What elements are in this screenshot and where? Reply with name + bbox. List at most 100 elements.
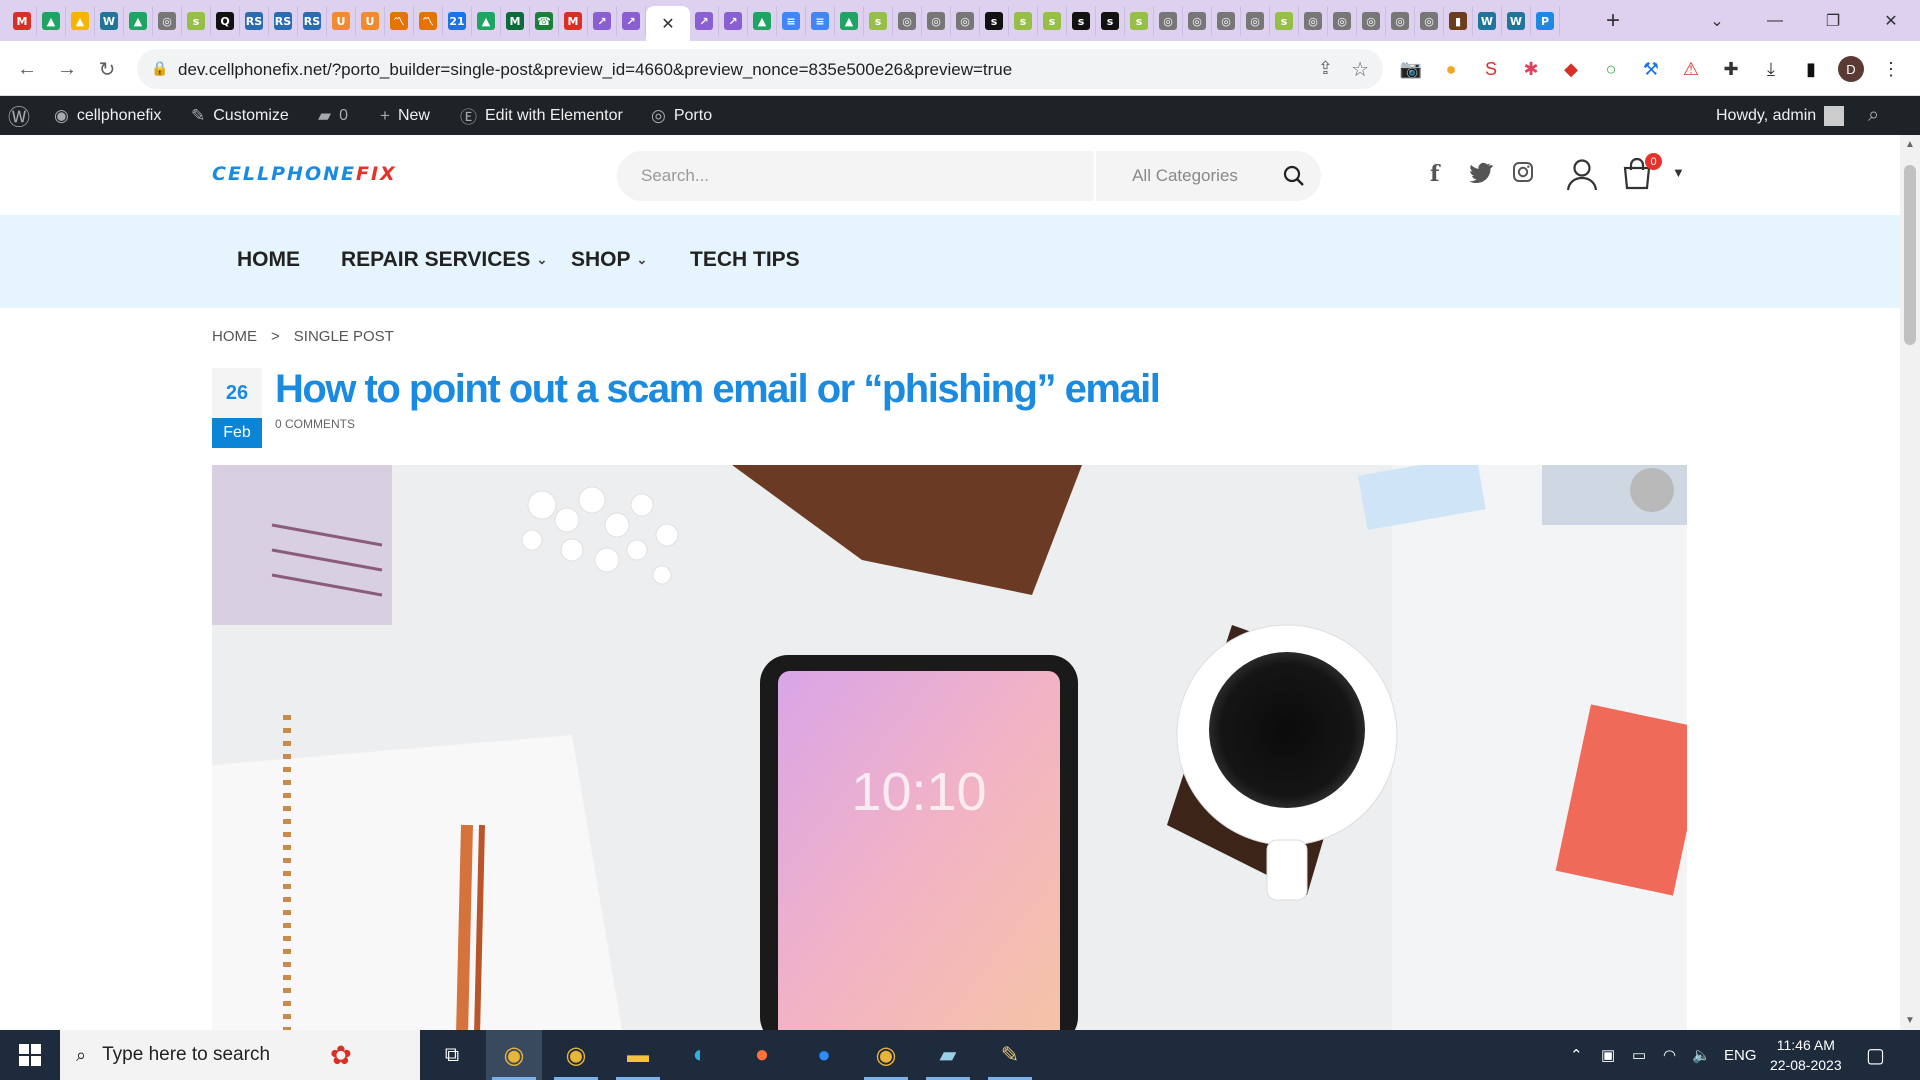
notification-icon[interactable]: ▢ xyxy=(1866,1030,1885,1080)
search-input[interactable] xyxy=(641,166,1041,186)
browser-tab-after-4[interactable]: ≡ xyxy=(806,6,835,36)
download-icon[interactable]: ⤓ xyxy=(1756,54,1786,84)
browser-tab-13[interactable]: 〽 xyxy=(385,6,414,36)
android-extension-icon[interactable]: ◆ xyxy=(1556,54,1586,84)
browser-tab-after-9[interactable]: ◎ xyxy=(951,6,980,36)
browser-tab-after-16[interactable]: ◎ xyxy=(1154,6,1183,36)
browser-tab-1[interactable]: ▲ xyxy=(37,6,66,36)
volume-icon[interactable]: 🔈 xyxy=(1692,1030,1711,1080)
honey-extension-icon[interactable]: ● xyxy=(1436,54,1466,84)
forward-button[interactable]: → xyxy=(51,53,83,85)
task-view-icon[interactable]: ⧉ xyxy=(424,1030,480,1080)
warning-extension-icon[interactable]: ⚠ xyxy=(1676,54,1706,84)
scroll-up-arrow-icon[interactable]: ▲ xyxy=(1905,139,1915,150)
browser-tab-after-17[interactable]: ◎ xyxy=(1183,6,1212,36)
browser-tab-after-0[interactable]: ↗ xyxy=(690,6,719,36)
taskbar-firefox[interactable]: ● xyxy=(734,1030,790,1080)
cart-chevron-down-icon[interactable]: ▼ xyxy=(1672,165,1685,180)
browser-tab-after-14[interactable]: s xyxy=(1096,6,1125,36)
reload-button[interactable]: ↻ xyxy=(91,53,123,85)
browser-tab-9[interactable]: RS xyxy=(269,6,298,36)
browser-tab-after-22[interactable]: ◎ xyxy=(1328,6,1357,36)
admin-search-icon[interactable]: ⌕ xyxy=(1868,96,1879,135)
browser-tab-14[interactable]: 〽 xyxy=(414,6,443,36)
browser-tab-5[interactable]: ◎ xyxy=(153,6,182,36)
admin-comments-link[interactable]: ▰ 0 xyxy=(318,96,348,135)
browser-tab-after-11[interactable]: s xyxy=(1009,6,1038,36)
browser-tab-after-23[interactable]: ◎ xyxy=(1357,6,1386,36)
browser-tab-11[interactable]: U xyxy=(327,6,356,36)
browser-tab-after-12[interactable]: s xyxy=(1038,6,1067,36)
scroll-down-arrow-icon[interactable]: ▼ xyxy=(1905,1015,1915,1026)
bug-extension-icon[interactable]: ✱ xyxy=(1516,54,1546,84)
browser-tab-0[interactable]: M xyxy=(8,6,37,36)
account-icon[interactable] xyxy=(1565,157,1599,197)
tools-extension-icon[interactable]: ⚒ xyxy=(1636,54,1666,84)
share-icon[interactable]: ⇪ xyxy=(1318,58,1333,79)
show-hidden-icons[interactable]: ⌃ xyxy=(1570,1030,1583,1080)
tab-search-chevron-icon[interactable]: ⌄ xyxy=(1688,0,1746,41)
browser-tab-after-19[interactable]: ◎ xyxy=(1241,6,1270,36)
start-button[interactable] xyxy=(0,1030,60,1080)
nav-repair-services[interactable]: REPAIR SERVICES ⌄ xyxy=(341,248,547,272)
browser-tab-17[interactable]: M xyxy=(501,6,530,36)
category-select[interactable]: All Categories xyxy=(1094,151,1274,201)
facebook-icon[interactable]: f xyxy=(1430,161,1439,187)
taskbar-edge[interactable]: ◐ xyxy=(672,1030,728,1080)
meet-now-icon[interactable]: ▣ xyxy=(1601,1030,1615,1080)
instagram-icon[interactable] xyxy=(1512,161,1534,189)
admin-site-link[interactable]: ◉ cellphonefix xyxy=(54,96,161,135)
browser-tab-after-20[interactable]: s xyxy=(1270,6,1299,36)
browser-tab-after-28[interactable]: W xyxy=(1502,6,1531,36)
browser-tab-active[interactable]: ✕ xyxy=(646,6,690,41)
ring-extension-icon[interactable]: ○ xyxy=(1596,54,1626,84)
browser-tab-10[interactable]: RS xyxy=(298,6,327,36)
browser-tab-after-1[interactable]: ↗ xyxy=(719,6,748,36)
side-panel-icon[interactable]: ▮ xyxy=(1796,54,1826,84)
close-window-button[interactable]: ✕ xyxy=(1862,0,1920,41)
browser-tab-after-5[interactable]: ▲ xyxy=(835,6,864,36)
wifi-icon[interactable]: ◠ xyxy=(1663,1030,1676,1080)
browser-tab-7[interactable]: Q xyxy=(211,6,240,36)
browser-tab-after-10[interactable]: s xyxy=(980,6,1009,36)
browser-tab-after-8[interactable]: ◎ xyxy=(922,6,951,36)
url-text[interactable]: dev.cellphonefix.net/?porto_builder=sing… xyxy=(178,60,1012,80)
browser-tab-8[interactable]: RS xyxy=(240,6,269,36)
nav-shop[interactable]: SHOP ⌄ xyxy=(571,248,647,272)
back-button[interactable]: ← xyxy=(11,53,43,85)
wordpress-logo-icon[interactable]: Ⓦ xyxy=(8,96,30,135)
nav-home[interactable]: HOME xyxy=(237,248,300,272)
twitter-icon[interactable] xyxy=(1469,161,1493,189)
taskbar-zoom[interactable]: ● xyxy=(796,1030,852,1080)
browser-tab-after-3[interactable]: ≡ xyxy=(777,6,806,36)
breadcrumb-home[interactable]: HOME xyxy=(212,328,257,345)
browser-tab-after-24[interactable]: ◎ xyxy=(1386,6,1415,36)
taskbar-search[interactable]: ⌕ Type here to search ✿ xyxy=(60,1030,420,1080)
address-bar[interactable]: 🔒 dev.cellphonefix.net/?porto_builder=si… xyxy=(137,49,1383,89)
browser-tab-21[interactable]: ↗ xyxy=(617,6,646,36)
admin-customize-link[interactable]: ✎ Customize xyxy=(191,96,289,135)
browser-tab-after-13[interactable]: s xyxy=(1067,6,1096,36)
taskbar-paint[interactable]: ✎ xyxy=(982,1030,1038,1080)
site-logo[interactable]: CELLPHONEFIX xyxy=(212,163,397,185)
search-button[interactable] xyxy=(1277,159,1311,193)
new-tab-button[interactable]: + xyxy=(1598,6,1628,36)
close-tab-icon[interactable]: ✕ xyxy=(661,14,674,34)
browser-tab-after-6[interactable]: s xyxy=(864,6,893,36)
browser-tab-after-21[interactable]: ◎ xyxy=(1299,6,1328,36)
browser-tab-16[interactable]: ▲ xyxy=(472,6,501,36)
browser-tab-after-27[interactable]: W xyxy=(1473,6,1502,36)
browser-tab-6[interactable]: s xyxy=(182,6,211,36)
admin-new-link[interactable]: + New xyxy=(380,96,430,135)
browser-tab-19[interactable]: M xyxy=(559,6,588,36)
browser-tab-after-15[interactable]: s xyxy=(1125,6,1154,36)
browser-tab-2[interactable]: ▲ xyxy=(66,6,95,36)
nav-tech-tips[interactable]: TECH TIPS xyxy=(690,248,800,272)
browser-tab-15[interactable]: 21 xyxy=(443,6,472,36)
bookmark-star-icon[interactable]: ☆ xyxy=(1351,57,1369,82)
taskbar-clock[interactable]: 11:46 AM 22-08-2023 xyxy=(1770,1035,1842,1075)
language-indicator[interactable]: ENG xyxy=(1724,1030,1757,1080)
browser-tab-after-2[interactable]: ▲ xyxy=(748,6,777,36)
taskbar-chrome-second[interactable]: ◉ xyxy=(858,1030,914,1080)
admin-elementor-link[interactable]: Ⓔ Edit with Elementor xyxy=(460,96,623,135)
